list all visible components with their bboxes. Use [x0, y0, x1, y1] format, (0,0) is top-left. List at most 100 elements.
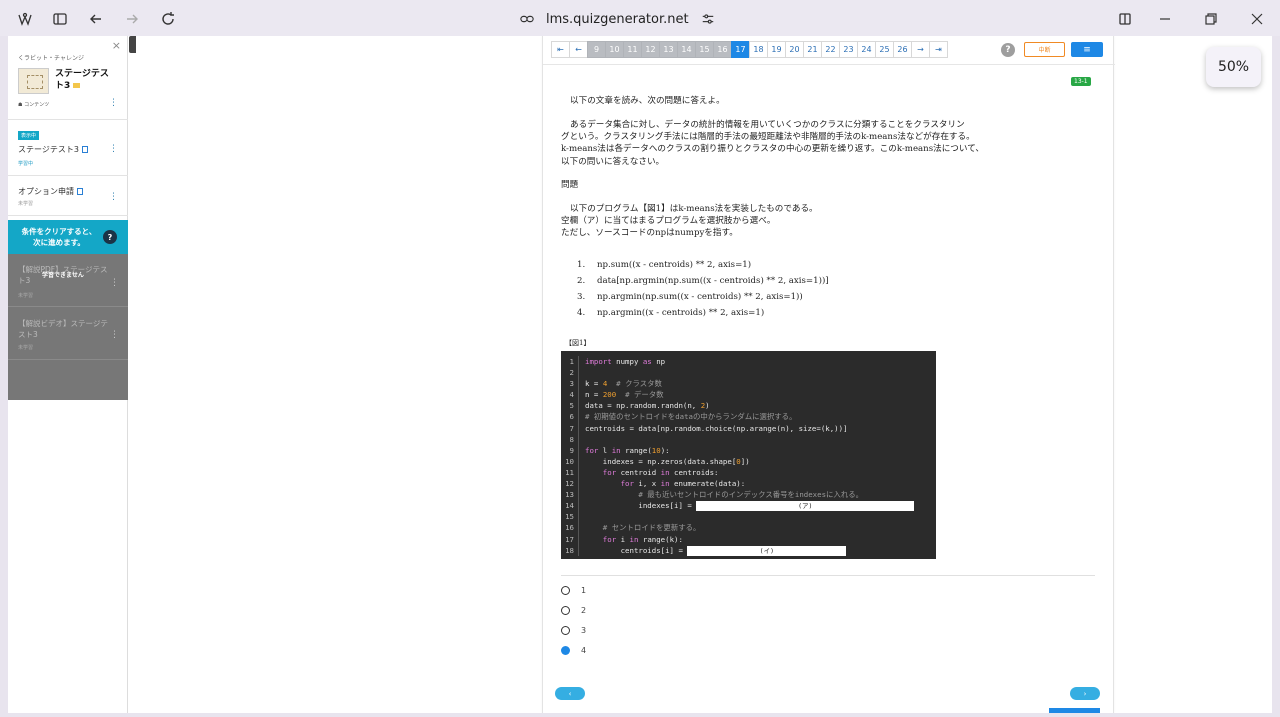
- page-button-17[interactable]: 17: [731, 41, 750, 58]
- choice-text: np.sum((x - centroids) ** 2, axis=1): [597, 260, 752, 270]
- answer-label: 2: [581, 606, 587, 615]
- sidebar-item-option-request[interactable]: オプション申請: [18, 186, 83, 197]
- code-lines: import numpy as np k = 4 # クラスタ数 n = 200…: [585, 356, 915, 556]
- link-icon: [520, 15, 534, 23]
- condition-banner: 条件をクリアすると、 次に進めます。 ?: [8, 220, 128, 254]
- choice-item: 1. np.sum((x - centroids) ** 2, axis=1): [577, 260, 829, 276]
- item-menu-kebab-icon: ⋮: [110, 330, 119, 340]
- page-button-26[interactable]: 26: [893, 41, 912, 58]
- instruction-text: 以下の文章を読み、次の問題に答えよ。: [570, 96, 725, 106]
- course-menu-kebab-icon[interactable]: ⋮: [109, 98, 118, 108]
- prompt-line: 空欄（ア）に当てはまるプログラムを選択肢から選べ。: [561, 216, 776, 227]
- prev-page-button[interactable]: ←: [569, 41, 588, 58]
- item-status: 学習中: [18, 161, 34, 167]
- reload-icon[interactable]: [157, 8, 179, 30]
- line-numbers: 1 2 3 4 5 6 7 8 9 10 11 12 13 14 15 16 17 18: [561, 356, 579, 556]
- page-button-12[interactable]: 12: [641, 41, 660, 58]
- page-button-19[interactable]: 19: [767, 41, 786, 58]
- page-button-16[interactable]: 16: [713, 41, 732, 58]
- page-button-22[interactable]: 22: [821, 41, 840, 58]
- page-button-25[interactable]: 25: [875, 41, 894, 58]
- radio-button[interactable]: [561, 586, 570, 595]
- bottom-action-bar[interactable]: [1049, 708, 1100, 713]
- item-menu-kebab-icon[interactable]: ⋮: [109, 192, 118, 202]
- code-line: data = np.random.randn(n, 2): [585, 401, 710, 411]
- page-button-9[interactable]: 9: [587, 41, 606, 58]
- choice-item: 3. np.argmin(np.sum((x - centroids) ** 2,…: [577, 292, 829, 308]
- blank-a: (ア): [696, 501, 915, 512]
- code-line: for l in range(10):: [585, 445, 670, 455]
- code-line: centroids = data[np.random.choice(np.ara…: [585, 423, 848, 433]
- course-sidebar: × くラビット・チャレンジ ステージテスト3 ☗ コンテンツ ⋮ 表示中 ステー…: [8, 36, 128, 713]
- zoom-indicator: 50%: [1206, 47, 1261, 87]
- restore-icon[interactable]: [1200, 8, 1222, 30]
- menu-button[interactable]: ≡: [1071, 42, 1103, 57]
- choice-text: data[np.argmin(np.sum((x - centroids) **…: [597, 276, 829, 286]
- condition-text-line2: 次に進めます。: [33, 238, 85, 247]
- course-title-text: ステージテスト3: [55, 69, 109, 91]
- passage-line: あるデータ集合に対し、データの統計的情報を用いていくつかのクラスに分類することを…: [570, 120, 965, 130]
- help-button[interactable]: ?: [1001, 43, 1015, 57]
- page-button-13[interactable]: 13: [659, 41, 678, 58]
- browser-logo-icon[interactable]: [14, 8, 36, 30]
- locked-item-status: 未学習: [18, 293, 34, 299]
- sidebar-close-icon[interactable]: ×: [112, 39, 121, 52]
- breadcrumb[interactable]: くラビット・チャレンジ: [18, 53, 84, 62]
- blank-b: (イ): [687, 545, 847, 556]
- page-button-15[interactable]: 15: [695, 41, 714, 58]
- split-view-icon[interactable]: [1114, 8, 1136, 30]
- condition-help-icon[interactable]: ?: [103, 230, 117, 244]
- answer-option-2[interactable]: 2: [561, 606, 586, 615]
- next-page-button[interactable]: →: [911, 41, 930, 58]
- condition-text-line1: 条件をクリアすると、: [21, 227, 97, 236]
- answer-option-1[interactable]: 1: [561, 586, 586, 595]
- page-button-18[interactable]: 18: [749, 41, 768, 58]
- radio-button[interactable]: [561, 626, 570, 635]
- passage: あるデータ集合に対し、データの統計的情報を用いていくつかのクラスに分類することを…: [561, 119, 984, 168]
- close-window-icon[interactable]: [1246, 8, 1268, 30]
- first-page-button[interactable]: ⇤: [551, 41, 570, 58]
- page-button-24[interactable]: 24: [857, 41, 876, 58]
- radio-button-selected[interactable]: [561, 646, 570, 655]
- divider: [8, 175, 128, 176]
- code-line: for i, x in enumerate(data):: [585, 479, 746, 489]
- answer-label: 3: [581, 626, 587, 635]
- code-line: # 初期値のセントロイドをdataの中からランダムに選択する。: [585, 412, 797, 422]
- next-question-button[interactable]: ›: [1070, 687, 1100, 700]
- item-menu-kebab-icon[interactable]: ⋮: [109, 144, 118, 154]
- divider: [561, 575, 1095, 576]
- back-icon[interactable]: [85, 8, 107, 30]
- radio-button[interactable]: [561, 606, 570, 615]
- answer-option-3[interactable]: 3: [561, 626, 586, 635]
- page-button-20[interactable]: 20: [785, 41, 804, 58]
- page-button-11[interactable]: 11: [623, 41, 642, 58]
- page-button-23[interactable]: 23: [839, 41, 858, 58]
- code-line: import numpy as np: [585, 357, 666, 366]
- site-settings-icon[interactable]: [701, 12, 715, 26]
- code-line: indexes[i] = (ア): [585, 500, 915, 512]
- minimize-icon[interactable]: [1154, 8, 1176, 30]
- answer-option-4[interactable]: 4: [561, 646, 586, 655]
- sidebar-toggle-icon[interactable]: [49, 8, 71, 30]
- choice-item: 4. np.argmin((x - centroids) ** 2, axis=1…: [577, 308, 829, 324]
- page-button-14[interactable]: 14: [677, 41, 696, 58]
- passage-line: k-means法は各データへのクラスの割り振りとクラスタの中心の更新を繰り返す。…: [561, 144, 984, 155]
- locked-message: 学習できません: [42, 272, 84, 279]
- item-menu-kebab-icon: ⋮: [110, 278, 119, 288]
- question-panel: ⇤ ← 9 10 11 12 13 14 15 16 17 18 19 20 21 22 23 24 25 26 …: [542, 36, 1115, 713]
- prev-question-button[interactable]: ‹: [555, 687, 585, 700]
- page-button-21[interactable]: 21: [803, 41, 822, 58]
- divider: [8, 119, 128, 120]
- page-button-10[interactable]: 10: [605, 41, 624, 58]
- code-line: # 最も近いセントロイドのインデックス番号をindexesに入れる。: [585, 490, 863, 500]
- suspend-button[interactable]: 中断: [1024, 42, 1065, 57]
- forward-icon[interactable]: [121, 8, 143, 30]
- last-page-button[interactable]: ⇥: [929, 41, 948, 58]
- choice-text: np.argmin(np.sum((x - centroids) ** 2, a…: [597, 292, 803, 302]
- address-bar[interactable]: lms.quizgenerator.net: [520, 10, 715, 28]
- showing-badge: 表示中: [18, 131, 40, 140]
- locked-item-status: 未学習: [18, 345, 34, 351]
- figure-label: 【図1】: [565, 339, 591, 347]
- sidebar-item-stage-test[interactable]: ステージテスト3: [18, 144, 88, 155]
